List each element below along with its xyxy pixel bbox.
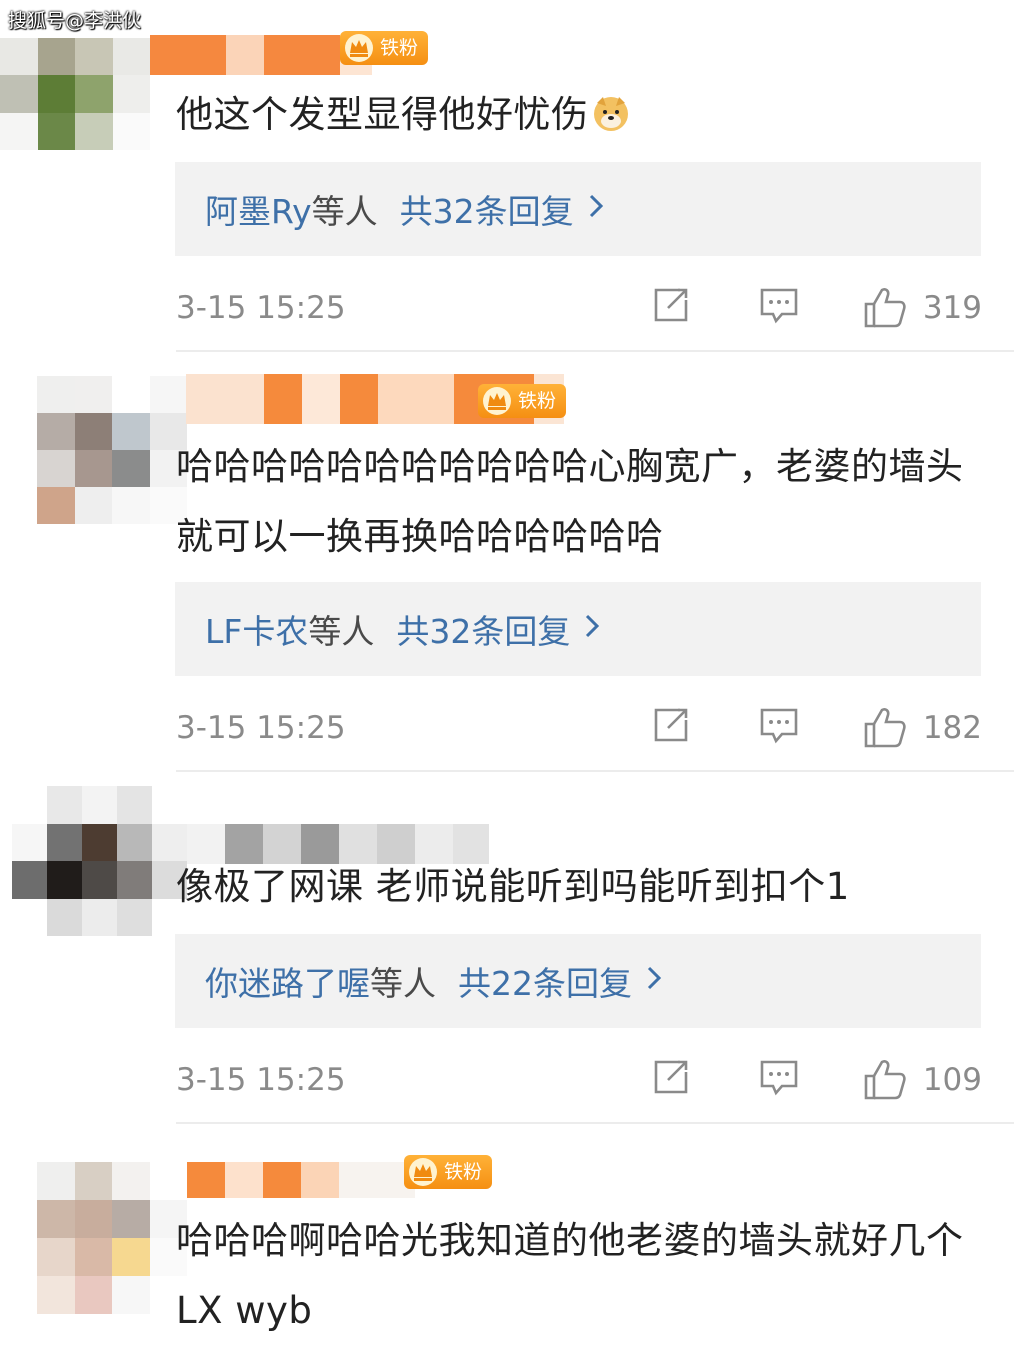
comment-text: 哈哈哈啊哈哈光我知道的他老婆的墙头就好几个LX wyb: [176, 1219, 964, 1332]
crown-icon: [483, 387, 511, 415]
chevron-right-icon: [588, 192, 604, 227]
like-count: 182: [922, 710, 982, 746]
comment-text: 他这个发型显得他好忧伤: [176, 80, 986, 150]
comment-icon[interactable]: [758, 1056, 800, 1098]
comment-icon[interactable]: [758, 704, 800, 746]
timestamp: 3-15 15:25: [176, 1062, 346, 1098]
reply-users-suffix: 等人: [308, 612, 375, 651]
reply-users[interactable]: 阿墨Ry: [205, 192, 312, 231]
fan-badge: 铁粉: [478, 384, 567, 418]
like-count: 109: [922, 1062, 982, 1098]
watermark: 搜狐号@李洪伙: [8, 10, 142, 32]
reply-users-suffix: 等人: [370, 964, 436, 1003]
comment-meta: 3-15 15:25 182: [176, 702, 982, 752]
thumbs-up-icon[interactable]: [862, 704, 908, 750]
timestamp: 3-15 15:25: [176, 290, 346, 326]
thumbs-up-icon[interactable]: [862, 284, 908, 330]
reply-summary[interactable]: 阿墨Ry等人 共32条回复: [175, 162, 981, 256]
badge-label: 铁粉: [380, 37, 419, 59]
username-blurred[interactable]: [150, 35, 372, 75]
reply-count[interactable]: 共22条回复: [458, 957, 632, 1005]
comment-text-content: 他这个发型显得他好忧伤: [176, 93, 589, 136]
timestamp: 3-15 15:25: [176, 710, 346, 746]
reply-users-suffix: 等人: [311, 192, 378, 231]
avatar[interactable]: [37, 1162, 187, 1314]
crown-icon: [409, 1158, 437, 1186]
chevron-right-icon: [646, 964, 662, 999]
reply-users[interactable]: LF卡农: [205, 612, 308, 651]
comment-item: 铁粉 哈哈哈啊哈哈光我知道的他老婆的墙头就好几个LX wyb: [0, 1124, 1014, 1350]
reply-count[interactable]: 共32条回复: [396, 605, 570, 653]
avatar[interactable]: [0, 38, 150, 150]
comment-meta: 3-15 15:25 319: [176, 282, 982, 332]
reply-users[interactable]: 你迷路了喔: [205, 964, 370, 1003]
avatar[interactable]: [37, 376, 187, 524]
reply-summary[interactable]: 你迷路了喔等人 共22条回复: [175, 934, 981, 1028]
badge-label: 铁粉: [444, 1161, 483, 1183]
comment-item: 铁粉 哈哈哈哈哈哈哈哈哈哈哈心胸宽广，老婆的墙头就可以一换再换哈哈哈哈哈哈 LF…: [0, 352, 1014, 772]
username-blurred[interactable]: [187, 1162, 415, 1198]
avatar[interactable]: [12, 786, 187, 936]
repost-icon[interactable]: [650, 704, 692, 746]
thumbs-up-icon[interactable]: [862, 1056, 908, 1102]
crown-icon: [345, 34, 373, 62]
comment-item: 铁粉 他这个发型显得他好忧伤 阿墨Ry等人 共32条回复 3-15 15:25: [0, 0, 1014, 352]
doge-emoji: [593, 97, 628, 131]
reply-summary[interactable]: LF卡农等人 共32条回复: [175, 582, 981, 676]
fan-badge: 铁粉: [404, 1155, 493, 1189]
comment-icon[interactable]: [758, 284, 800, 326]
reply-count[interactable]: 共32条回复: [400, 185, 574, 233]
repost-icon[interactable]: [650, 1056, 692, 1098]
like-count: 319: [922, 290, 982, 326]
fan-badge: 铁粉: [340, 31, 429, 65]
comment-item: 像极了网课 老师说能听到吗能听到扣个1 你迷路了喔等人 共22条回复 3-15 …: [0, 772, 1014, 1124]
chevron-right-icon: [584, 612, 600, 647]
badge-label: 铁粉: [518, 390, 557, 412]
comment-text: 像极了网课 老师说能听到吗能听到扣个1: [176, 865, 850, 908]
comment-text: 哈哈哈哈哈哈哈哈哈哈哈心胸宽广，老婆的墙头就可以一换再换哈哈哈哈哈哈: [176, 445, 964, 558]
comment-meta: 3-15 15:25 109: [176, 1054, 982, 1104]
repost-icon[interactable]: [650, 284, 692, 326]
